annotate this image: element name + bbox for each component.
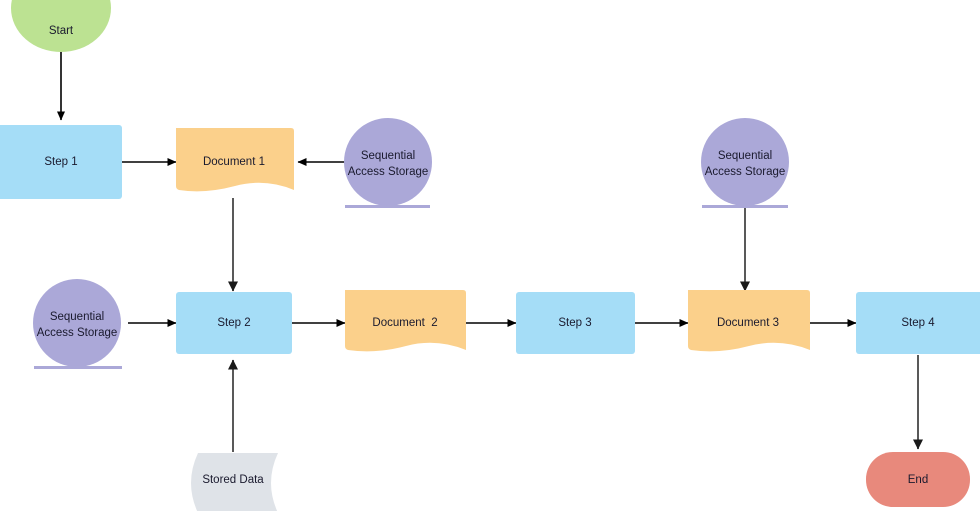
document3-shape[interactable] (688, 290, 810, 352)
node-start[interactable]: Start (11, 0, 111, 52)
step2-shape[interactable] (176, 292, 292, 354)
step3-shape[interactable] (516, 292, 635, 354)
node-storage3[interactable]: Sequential Access Storage (701, 118, 789, 208)
step1-shape[interactable] (0, 125, 122, 199)
node-step1[interactable]: Step 1 (0, 125, 122, 199)
flowchart-canvas: Start Step 1 Document 1 Sequential Acces… (0, 0, 980, 511)
document2-shape[interactable] (345, 290, 466, 352)
node-end[interactable]: End (866, 452, 970, 507)
node-storage2[interactable]: Sequential Access Storage (33, 279, 122, 369)
storage2-shape[interactable] (33, 279, 121, 367)
node-document2[interactable]: Document 2 (345, 290, 466, 352)
node-stored-data[interactable]: Stored Data (191, 453, 278, 511)
edge-layer (57, 52, 923, 452)
node-step3[interactable]: Step 3 (516, 292, 635, 354)
document1-shape[interactable] (176, 128, 294, 192)
node-document1[interactable]: Document 1 (176, 128, 294, 192)
node-step2[interactable]: Step 2 (176, 292, 292, 354)
start-shape[interactable] (11, 0, 111, 52)
node-step4[interactable]: Step 4 (856, 292, 980, 354)
flowchart-diagram: Start Step 1 Document 1 Sequential Acces… (0, 0, 980, 511)
end-shape[interactable] (866, 452, 970, 507)
node-storage1[interactable]: Sequential Access Storage (344, 118, 432, 208)
storage1-shape[interactable] (344, 118, 432, 206)
node-document3[interactable]: Document 3 (688, 290, 810, 352)
storage3-shape[interactable] (701, 118, 789, 206)
stored-data-shape[interactable] (191, 453, 278, 511)
step4-shape[interactable] (856, 292, 980, 354)
